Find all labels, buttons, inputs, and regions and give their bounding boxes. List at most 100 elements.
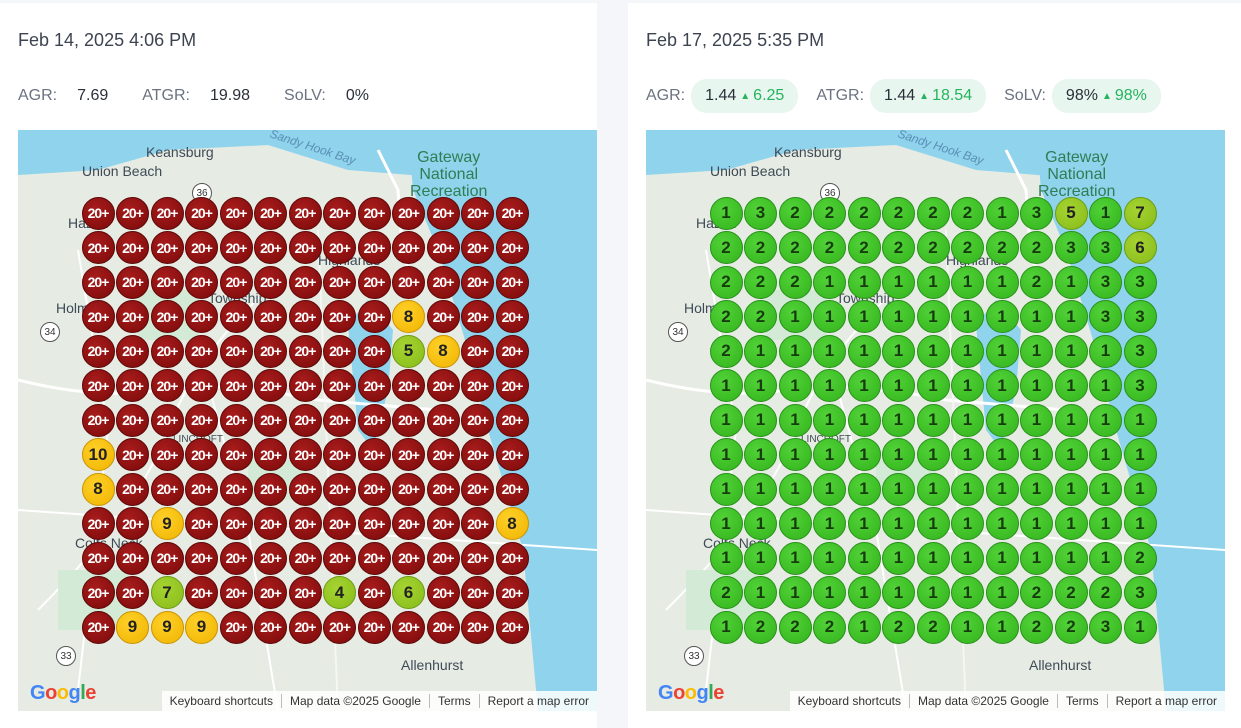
rank-pin[interactable]: 20+ (116, 265, 149, 299)
rank-pin[interactable]: 20+ (323, 507, 356, 540)
rank-pin[interactable]: 1 (847, 610, 881, 644)
rank-pin[interactable]: 20+ (219, 403, 253, 437)
rank-pin[interactable]: 1 (985, 541, 1019, 575)
rank-pin[interactable]: 20+ (254, 334, 287, 368)
rank-pin[interactable]: 20+ (185, 438, 218, 471)
rank-pin[interactable]: 20+ (288, 300, 322, 333)
rank-pin[interactable]: 2 (882, 196, 915, 230)
rank-pin[interactable]: 1 (1020, 438, 1053, 471)
rank-pin[interactable]: 1 (813, 369, 846, 402)
rank-pin[interactable]: 2 (744, 265, 777, 299)
rank-pin[interactable]: 1 (847, 472, 881, 506)
rank-pin[interactable]: 1 (1020, 334, 1053, 368)
rank-pin[interactable]: 2 (744, 610, 777, 644)
rank-pin[interactable]: 20+ (357, 541, 391, 575)
rank-pin[interactable]: 20+ (357, 472, 391, 506)
rank-pin[interactable]: 2 (709, 334, 743, 368)
rank-pin[interactable]: 1 (882, 576, 915, 609)
rank-pin[interactable]: 20+ (185, 472, 218, 506)
rank-pin[interactable]: 2 (847, 231, 881, 264)
rank-pin[interactable]: 20+ (392, 472, 425, 506)
rank-pin[interactable]: 2 (916, 610, 950, 644)
rank-pin[interactable]: 8 (392, 300, 425, 333)
rank-pin[interactable]: 2 (847, 196, 881, 230)
rank-pin[interactable]: 20+ (219, 541, 253, 575)
rank-pin[interactable]: 1 (985, 472, 1019, 506)
rank-pin[interactable]: 1 (951, 438, 984, 471)
terms-link[interactable]: Terms (1056, 694, 1107, 708)
rank-pin[interactable]: 1 (1089, 403, 1122, 437)
rank-pin[interactable]: 20+ (288, 507, 322, 540)
rank-pin[interactable]: 20+ (495, 610, 529, 644)
rank-pin[interactable]: 1 (744, 438, 777, 471)
rank-pin[interactable]: 2 (778, 196, 812, 230)
rank-pin[interactable]: 20+ (219, 472, 253, 506)
rank-pin[interactable]: 20+ (254, 196, 287, 230)
rank-pin[interactable]: 1 (1020, 403, 1053, 437)
rank-pin[interactable]: 20+ (254, 507, 287, 540)
rank-pin[interactable]: 1 (1089, 334, 1122, 368)
rank-pin[interactable]: 20+ (495, 300, 529, 333)
report-map-error-link[interactable]: Report a map error (478, 694, 597, 708)
rank-pin[interactable]: 1 (882, 300, 915, 333)
rank-pin[interactable]: 1 (744, 334, 777, 368)
rank-pin[interactable]: 20+ (323, 334, 356, 368)
rank-pin[interactable]: 1 (778, 369, 812, 402)
rank-pin[interactable]: 1 (985, 300, 1019, 333)
rank-pin[interactable]: 7 (1123, 196, 1157, 230)
rank-pin[interactable]: 1 (916, 541, 950, 575)
rank-pin[interactable]: 20+ (81, 196, 115, 230)
rank-pin[interactable]: 1 (1054, 334, 1088, 368)
rank-pin[interactable]: 20+ (81, 369, 115, 402)
rank-pin[interactable]: 1 (951, 369, 984, 402)
rank-pin[interactable]: 20+ (185, 507, 218, 540)
rank-pin[interactable]: 1 (951, 265, 984, 299)
rank-pin[interactable]: 20+ (495, 576, 529, 609)
rank-pin[interactable]: 3 (1054, 231, 1088, 264)
rank-pin[interactable]: 20+ (392, 541, 425, 575)
rank-pin[interactable]: 20+ (116, 403, 149, 437)
rank-pin[interactable]: 20+ (219, 196, 253, 230)
rank-pin[interactable]: 20+ (426, 369, 460, 402)
rank-pin[interactable]: 1 (813, 472, 846, 506)
rank-pin[interactable]: 1 (951, 403, 984, 437)
rank-pin[interactable]: 20+ (323, 265, 356, 299)
rank-pin[interactable]: 20+ (288, 610, 322, 644)
rank-pin[interactable]: 3 (1089, 610, 1122, 644)
rank-pin[interactable]: 2 (1123, 541, 1157, 575)
rank-pin[interactable]: 20+ (323, 231, 356, 264)
rank-pin[interactable]: 1 (1089, 507, 1122, 540)
rank-pin[interactable]: 20+ (150, 265, 184, 299)
rank-pin[interactable]: 20+ (81, 576, 115, 609)
rank-pin[interactable]: 20+ (357, 196, 391, 230)
rank-pin[interactable]: 20+ (254, 231, 287, 264)
rank-pin[interactable]: 20+ (116, 369, 149, 402)
rank-pin[interactable]: 3 (1089, 231, 1122, 264)
rank-pin[interactable]: 20+ (150, 472, 184, 506)
rank-pin[interactable]: 20+ (323, 472, 356, 506)
rank-pin[interactable]: 1 (813, 300, 846, 333)
rank-pin[interactable]: 1 (985, 334, 1019, 368)
rank-pin[interactable]: 1 (951, 576, 984, 609)
rank-pin[interactable]: 1 (1089, 541, 1122, 575)
rank-pin[interactable]: 20+ (392, 196, 425, 230)
rank-pin[interactable]: 20+ (254, 472, 287, 506)
rank-pin[interactable]: 20+ (81, 403, 115, 437)
rank-pin[interactable]: 1 (1054, 403, 1088, 437)
rank-pin[interactable]: 1 (916, 507, 950, 540)
rank-pin[interactable]: 20+ (81, 334, 115, 368)
rank-pin[interactable]: 6 (392, 576, 425, 609)
rank-pin[interactable]: 1 (916, 576, 950, 609)
rank-pin[interactable]: 9 (116, 610, 149, 644)
rank-pin[interactable]: 1 (744, 369, 777, 402)
rank-pin[interactable]: 1 (847, 541, 881, 575)
rank-pin[interactable]: 2 (778, 610, 812, 644)
rank-pin[interactable]: 20+ (254, 300, 287, 333)
rank-pin[interactable]: 1 (882, 541, 915, 575)
rank-pin[interactable]: 3 (1089, 265, 1122, 299)
rank-pin[interactable]: 20+ (426, 541, 460, 575)
rank-pin[interactable]: 1 (916, 438, 950, 471)
rank-pin[interactable]: 20+ (254, 265, 287, 299)
rank-pin[interactable]: 1 (951, 334, 984, 368)
rank-pin[interactable]: 20+ (426, 507, 460, 540)
